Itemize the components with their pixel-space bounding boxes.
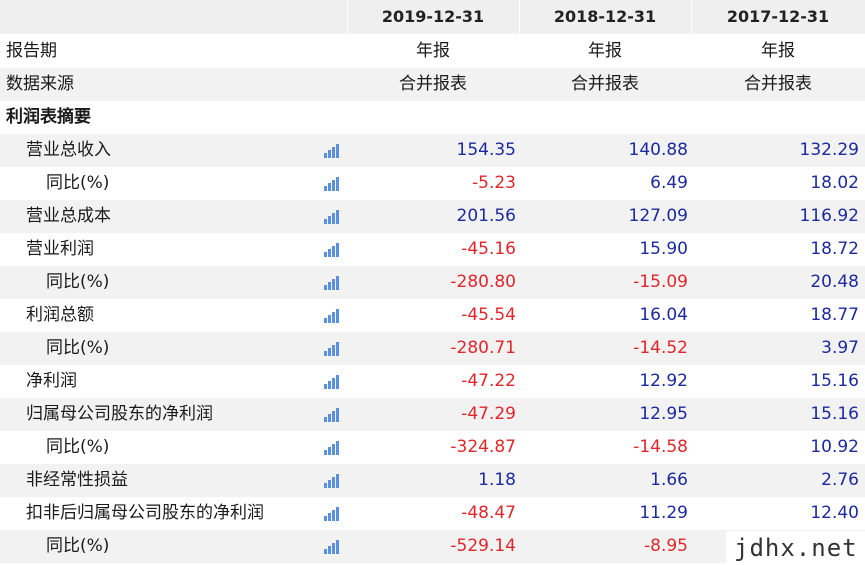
cell-value: 15.90 (639, 239, 688, 259)
bar-chart-icon[interactable] (323, 440, 339, 456)
cell-value: 20.48 (810, 272, 859, 292)
cell-value: -48.47 (461, 503, 516, 523)
cell-value: 127.09 (628, 206, 688, 226)
cell-value: 12.95 (639, 404, 688, 424)
cell-value: 116.92 (799, 206, 859, 226)
table-row: 报告期 年报 年报 年报 (0, 35, 865, 68)
bar-chart-icon[interactable] (323, 341, 339, 357)
cell-value: -14.52 (633, 338, 688, 358)
cell-value: 12.92 (639, 371, 688, 391)
bar-chart-icon[interactable] (323, 308, 339, 324)
cell-value: 3.97 (821, 338, 859, 358)
row-label: 同比(%) (46, 437, 110, 457)
table-row: 营业总成本 201.56 127.09 116.92 (0, 200, 865, 233)
table-row: 净利润 -47.22 12.92 15.16 (0, 365, 865, 398)
watermark: jdhx.net (726, 531, 865, 565)
cell-value: -14.58 (633, 437, 688, 457)
cell-value: 2.76 (821, 470, 859, 490)
row-label: 同比(%) (46, 173, 110, 193)
cell-value: 18.72 (810, 239, 859, 259)
row-label: 非经常性损益 (26, 470, 128, 490)
cell-value: 140.88 (628, 140, 688, 160)
cell-value: 1.66 (650, 470, 688, 490)
row-label: 同比(%) (46, 536, 110, 556)
cell-text: 合并报表 (744, 74, 812, 94)
table-row: 非经常性损益 1.18 1.66 2.76 (0, 464, 865, 497)
bar-chart-icon[interactable] (323, 275, 339, 291)
cell-text: 年报 (588, 41, 622, 61)
section-header-row: 利润表摘要 (0, 101, 865, 134)
cell-text: 合并报表 (571, 74, 639, 94)
bar-chart-icon[interactable] (323, 143, 339, 159)
cell-value: -280.80 (450, 272, 516, 292)
row-label: 同比(%) (46, 272, 110, 292)
row-label: 营业总成本 (26, 206, 111, 226)
row-label: 扣非后归属母公司股东的净利润 (26, 503, 264, 523)
row-label: 报告期 (6, 41, 57, 61)
table-row: 营业总收入 154.35 140.88 132.29 (0, 134, 865, 167)
cell-value: -324.87 (450, 437, 516, 457)
row-label: 营业利润 (26, 239, 94, 259)
column-header-2018[interactable]: 2018-12-31 (519, 0, 691, 34)
bar-chart-icon[interactable] (323, 473, 339, 489)
cell-value: 6.49 (650, 173, 688, 193)
row-label: 利润总额 (26, 305, 94, 325)
row-label: 净利润 (26, 371, 77, 391)
cell-value: 10.92 (810, 437, 859, 457)
column-header-2019[interactable]: 2019-12-31 (347, 0, 519, 34)
cell-value: -45.16 (461, 239, 516, 259)
table-row: 同比(%) -280.71 -14.52 3.97 (0, 332, 865, 365)
bar-chart-icon[interactable] (323, 506, 339, 522)
table-row: 归属母公司股东的净利润 -47.29 12.95 15.16 (0, 398, 865, 431)
cell-value: -45.54 (461, 305, 516, 325)
bar-chart-icon[interactable] (323, 407, 339, 423)
cell-value: 201.56 (456, 206, 516, 226)
table-row: 营业利润 -45.16 15.90 18.72 (0, 233, 865, 266)
row-label: 营业总收入 (26, 140, 111, 160)
cell-value: 154.35 (456, 140, 516, 160)
table-row: 扣非后归属母公司股东的净利润 -48.47 11.29 12.40 (0, 497, 865, 530)
cell-value: -15.09 (633, 272, 688, 292)
bar-chart-icon[interactable] (323, 539, 339, 555)
cell-value: 12.40 (810, 503, 859, 523)
cell-value: 11.29 (639, 503, 688, 523)
bar-chart-icon[interactable] (323, 242, 339, 258)
cell-text: 年报 (416, 41, 450, 61)
cell-value: -529.14 (450, 536, 516, 556)
cell-value: 16.04 (639, 305, 688, 325)
table-row: 同比(%) -5.23 6.49 18.02 (0, 167, 865, 200)
cell-value: 132.29 (799, 140, 859, 160)
cell-value: -47.29 (461, 404, 516, 424)
cell-value: 1.18 (478, 470, 516, 490)
bar-chart-icon[interactable] (323, 374, 339, 390)
table-header: 2019-12-31 2018-12-31 2017-12-31 (0, 0, 865, 34)
row-label: 同比(%) (46, 338, 110, 358)
row-label: 利润表摘要 (6, 107, 91, 127)
cell-value: 15.16 (810, 371, 859, 391)
row-label: 归属母公司股东的净利润 (26, 404, 213, 424)
cell-text: 年报 (761, 41, 795, 61)
cell-value: 18.77 (810, 305, 859, 325)
cell-value: 18.02 (810, 173, 859, 193)
table-row: 数据来源 合并报表 合并报表 合并报表 (0, 68, 865, 101)
cell-value: -5.23 (472, 173, 516, 193)
table-row: 同比(%) -324.87 -14.58 10.92 (0, 431, 865, 464)
cell-value: -8.95 (644, 536, 688, 556)
table-row: 同比(%) -280.80 -15.09 20.48 (0, 266, 865, 299)
cell-value: 15.16 (810, 404, 859, 424)
table-row: 利润总额 -45.54 16.04 18.77 (0, 299, 865, 332)
row-label: 数据来源 (6, 74, 74, 94)
cell-value: -280.71 (450, 338, 516, 358)
bar-chart-icon[interactable] (323, 176, 339, 192)
bar-chart-icon[interactable] (323, 209, 339, 225)
cell-value: -47.22 (461, 371, 516, 391)
column-header-2017[interactable]: 2017-12-31 (691, 0, 865, 34)
cell-text: 合并报表 (399, 74, 467, 94)
